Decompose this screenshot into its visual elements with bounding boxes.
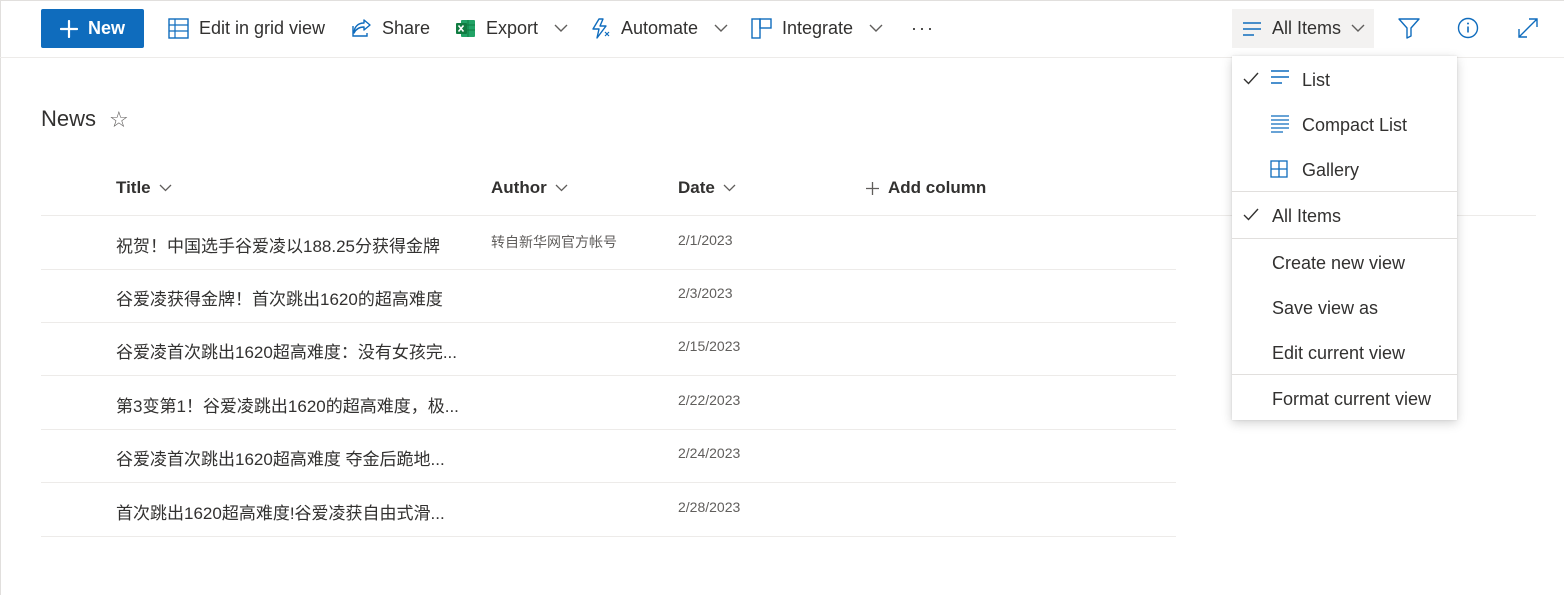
menu-item-edit-current-view[interactable]: Edit current view (1232, 331, 1457, 375)
table-row[interactable]: 首次跳出1620超高难度!谷爱凌获自由式滑... 2/28/2023 (41, 483, 1176, 537)
edit-grid-button[interactable]: Edit in grid view (168, 9, 325, 48)
menu-item-label: Save view as (1272, 297, 1379, 318)
menu-divider (1232, 238, 1457, 239)
plus-icon (866, 181, 879, 195)
page-title: News (41, 106, 97, 131)
integrate-icon (751, 18, 772, 39)
view-menu: List Compact List Gallery All Items Crea… (1232, 56, 1457, 420)
share-label: Share (382, 18, 431, 38)
row-date: 2/28/2023 (678, 499, 741, 515)
row-title[interactable]: 首次跳出1620超高难度!谷爱凌获自由式滑... (116, 499, 445, 524)
column-header-label: Date (678, 178, 715, 197)
chevron-down-icon (869, 24, 883, 32)
table-row[interactable]: 祝贺！中国选手谷爱凌以188.25分获得金牌 转自新华网官方帐号 2/1/202… (41, 216, 1176, 270)
row-date: 2/1/2023 (678, 232, 733, 248)
chevron-down-icon (723, 184, 736, 192)
add-column-label: Add column (888, 178, 987, 197)
row-title[interactable]: 第3变第1！谷爱凌跳出1620的超高难度，极... (116, 392, 459, 417)
chevron-down-icon (159, 184, 172, 192)
export-button[interactable]: Export (455, 9, 568, 48)
row-author: 转自新华网官方帐号 (491, 234, 617, 250)
row-date: 2/24/2023 (678, 445, 741, 461)
chevron-down-icon (714, 24, 728, 32)
integrate-button[interactable]: Integrate (751, 9, 883, 48)
column-header-date[interactable]: Date (678, 176, 736, 200)
info-button[interactable] (1454, 14, 1482, 42)
expand-button[interactable] (1514, 14, 1542, 42)
row-date: 2/3/2023 (678, 285, 733, 301)
table-row[interactable]: 谷爱凌首次跳出1620超高难度：没有女孩完... 2/15/2023 (41, 322, 1176, 376)
expand-icon (1518, 18, 1538, 38)
menu-item-label: Format current view (1272, 388, 1432, 409)
filter-icon (1398, 18, 1420, 39)
column-header-label: Title (116, 178, 151, 197)
table-row[interactable]: 谷爱凌首次跳出1620超高难度 夺金后跪地... 2/24/2023 (41, 429, 1176, 483)
more-icon: ··· (911, 18, 935, 38)
excel-icon (456, 20, 475, 37)
list-view-icon (1243, 21, 1261, 36)
info-icon (1457, 17, 1479, 39)
menu-divider (1232, 374, 1457, 375)
column-header-author[interactable]: Author (491, 176, 568, 200)
automate-label: Automate (621, 18, 699, 38)
command-bar: New Edit in grid view Share Export Autom… (0, 0, 1564, 58)
menu-item-label: Edit current view (1272, 342, 1406, 363)
list-view-icon (1271, 70, 1289, 84)
menu-item-create-new-view[interactable]: Create new view (1232, 241, 1457, 285)
row-title[interactable]: 谷爱凌首次跳出1620超高难度：没有女孩完... (116, 338, 457, 363)
column-header-title[interactable]: Title (116, 176, 172, 200)
plus-icon (59, 19, 78, 38)
menu-item-label: Gallery (1302, 159, 1360, 180)
chevron-down-icon (1351, 24, 1365, 32)
edit-grid-label: Edit in grid view (199, 18, 326, 38)
menu-item-compact-list[interactable]: Compact List (1232, 103, 1457, 147)
compact-list-icon (1271, 115, 1289, 133)
more-button[interactable]: ··· (911, 9, 935, 48)
new-button[interactable]: New (41, 9, 144, 48)
integrate-label: Integrate (782, 18, 854, 38)
gallery-icon (1270, 160, 1288, 178)
menu-item-save-view-as[interactable]: Save view as (1232, 286, 1457, 330)
menu-item-label: Create new view (1272, 252, 1406, 273)
favorite-star-icon[interactable]: ☆ (109, 107, 129, 133)
menu-item-label: Compact List (1302, 114, 1408, 135)
menu-item-all-items[interactable]: All Items (1232, 194, 1457, 238)
row-title[interactable]: 祝贺！中国选手谷爱凌以188.25分获得金牌 (116, 232, 440, 257)
menu-divider (1232, 191, 1457, 192)
menu-item-list[interactable]: List (1232, 58, 1457, 102)
row-date: 2/22/2023 (678, 392, 741, 408)
chevron-down-icon (555, 184, 568, 192)
filter-button[interactable] (1395, 14, 1423, 42)
automate-icon (592, 18, 610, 39)
row-date: 2/15/2023 (678, 338, 741, 354)
share-icon (352, 19, 371, 37)
view-selector[interactable]: All Items (1232, 9, 1374, 48)
new-label: New (87, 18, 125, 38)
menu-item-label: List (1302, 69, 1331, 90)
table-row[interactable]: 谷爱凌获得金牌！首次跳出1620的超高难度 2/3/2023 (41, 269, 1176, 323)
menu-item-format-current-view[interactable]: Format current view (1232, 377, 1457, 421)
column-header-label: Author (491, 178, 547, 197)
grid-icon (168, 18, 189, 39)
add-column-button[interactable]: Add column (865, 176, 986, 200)
checkmark-icon (1243, 72, 1259, 85)
row-title[interactable]: 谷爱凌获得金牌！首次跳出1620的超高难度 (116, 285, 443, 310)
view-selector-label: All Items (1272, 18, 1342, 38)
menu-item-gallery[interactable]: Gallery (1232, 148, 1457, 192)
table-row[interactable]: 第3变第1！谷爱凌跳出1620的超高难度，极... 2/22/2023 (41, 376, 1176, 430)
row-title[interactable]: 谷爱凌首次跳出1620超高难度 夺金后跪地... (116, 445, 445, 470)
automate-button[interactable]: Automate (590, 9, 728, 48)
checkmark-icon (1243, 208, 1259, 221)
share-button[interactable]: Share (351, 9, 430, 48)
export-label: Export (486, 18, 539, 38)
menu-item-label: All Items (1272, 205, 1342, 226)
chevron-down-icon (554, 24, 568, 32)
